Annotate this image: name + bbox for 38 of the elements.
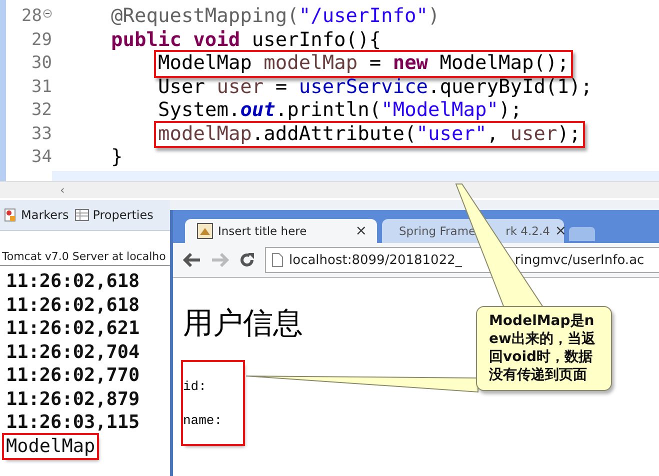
field-label: name: [183, 412, 222, 430]
console-line: 11:26:02,621 [5, 317, 141, 340]
line-number: 28 [22, 5, 42, 28]
view-tab[interactable]: Properties [74, 208, 154, 222]
console-line: 11:26:02,618 [5, 270, 141, 294]
reload-icon[interactable] [239, 252, 255, 268]
collapse-icon[interactable] [43, 9, 52, 18]
line-number: 31 [32, 76, 52, 98]
page-icon [272, 253, 283, 267]
browser-tab[interactable]: Insert title here × [185, 219, 377, 243]
back-icon[interactable] [183, 253, 201, 267]
code-line: @RequestMapping("/userInfo") [110, 3, 441, 29]
line-number: 34 [32, 146, 52, 169]
close-tab-button[interactable]: × [355, 223, 367, 239]
page-favicon-icon [197, 223, 213, 239]
console-line: ModelMap [4, 434, 98, 458]
properties-icon [74, 209, 89, 221]
line-number: 33 [32, 122, 52, 146]
code-line: public void userInfo(){ [110, 26, 382, 52]
address-bar[interactable]: localhost:8099/20181022_ ringmvc/userInfo.ac [265, 247, 659, 273]
page-heading: 用户信息 [183, 305, 303, 343]
console-line: 11:26:02,704 [5, 340, 141, 364]
console-line: 11:26:02,618 [5, 294, 141, 317]
markers-icon [4, 208, 17, 222]
console-line: 11:26:02,879 [5, 388, 141, 411]
code-line: } [110, 144, 124, 170]
horizontal-scrollbar[interactable]: ‹ [0, 181, 659, 198]
line-number: 32 [32, 99, 52, 122]
scroll-left-arrow[interactable]: ‹ [60, 182, 65, 198]
line-number: 29 [32, 28, 52, 52]
console-title: Tomcat v7.0 Server at localho [0, 250, 170, 266]
view-tab[interactable]: Markers [4, 208, 69, 222]
console-line: 11:26:03,115 [5, 411, 141, 434]
field-label: id: [183, 378, 206, 396]
console-line: 11:26:02,770 [5, 364, 141, 388]
line-number: 30 [32, 52, 52, 75]
code-line: System.out.println("ModelMap"); [157, 98, 523, 123]
callout-note: ModelMap是new出来的，当返回void时，数据没有传递到页面 [476, 306, 612, 391]
